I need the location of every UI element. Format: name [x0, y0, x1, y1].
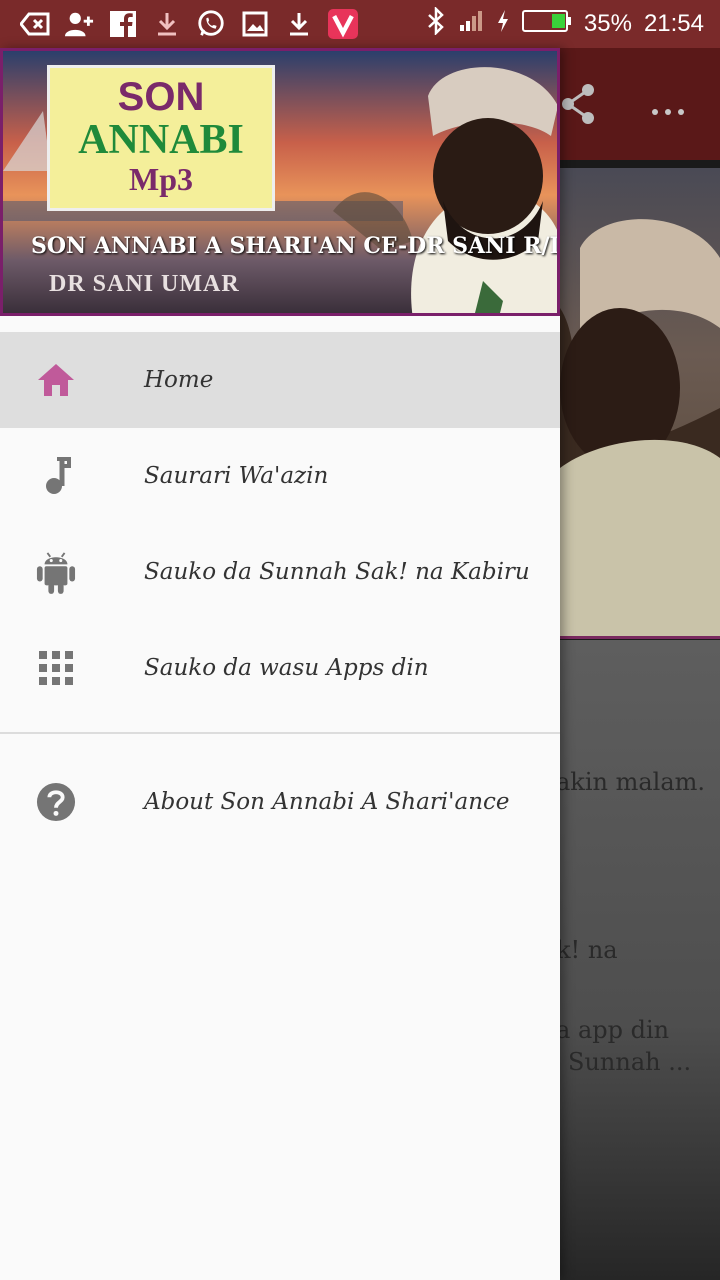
- navigation-drawer: SON ANNABI Mp3 SON ANNABI A SHARI'AN CE-…: [0, 48, 560, 1280]
- menu-item-sunnah-kabiru[interactable]: Sauko da Sunnah Sak! na Kabiru: [0, 524, 560, 620]
- menu-item-label: Sauko da Sunnah Sak! na Kabiru: [144, 559, 530, 585]
- menu-item-about[interactable]: About Son Annabi A Shari'ance: [0, 754, 560, 850]
- header-subtitle: DR SANI UMAR: [49, 271, 240, 297]
- content-image: [560, 168, 720, 639]
- logo-line-3: Mp3: [129, 161, 193, 197]
- battery-percent: 35%: [583, 10, 632, 37]
- clock: 21:54: [643, 10, 704, 37]
- menu-item-label: Sauko da wasu Apps din: [144, 655, 429, 681]
- bluetooth-icon: [426, 5, 446, 42]
- whatsapp-icon: [196, 9, 226, 39]
- menu-item-label: Home: [144, 367, 214, 393]
- battery-icon: [521, 9, 572, 40]
- add-contact-icon: [64, 9, 94, 39]
- signal-icon: [458, 9, 484, 40]
- download-icon: [152, 9, 182, 39]
- menu-item-saurari-waazin[interactable]: Saurari Wa'azin: [0, 428, 560, 524]
- download-icon: [284, 9, 314, 39]
- content-list-area: akin malam. k! na a app din Sunnah ...: [556, 640, 720, 1280]
- drawer-header: SON ANNABI Mp3 SON ANNABI A SHARI'AN CE-…: [0, 48, 560, 316]
- menu-item-home[interactable]: Home: [0, 332, 560, 428]
- bg-text-4: Sunnah ...: [568, 1048, 692, 1076]
- charging-icon: [496, 9, 510, 40]
- menu-item-label: About Son Annabi A Shari'ance: [144, 789, 510, 815]
- menu-item-label: Saurari Wa'azin: [144, 463, 329, 489]
- bg-text-1: akin malam.: [556, 768, 706, 796]
- apps-grid-icon: [36, 648, 76, 688]
- bg-text-3: a app din: [556, 1016, 670, 1044]
- logo-line-2: ANNABI: [78, 117, 244, 163]
- logo-line-1: SON: [117, 75, 205, 119]
- android-icon: [36, 552, 76, 594]
- vidmate-icon: [328, 9, 358, 39]
- facebook-icon: [108, 9, 138, 39]
- more-options-icon[interactable]: [650, 90, 686, 125]
- app-logo: SON ANNABI Mp3: [47, 65, 275, 211]
- image-icon: [240, 9, 270, 39]
- help-icon: [36, 782, 76, 822]
- bg-text-2: k! na: [556, 936, 618, 964]
- home-icon: [36, 360, 76, 400]
- status-bar: 35% 21:54: [0, 0, 720, 48]
- menu-item-wasu-apps[interactable]: Sauko da wasu Apps din: [0, 620, 560, 716]
- drawer-menu: Home Saurari Wa'azin Sauko da Sunnah Sak…: [0, 332, 560, 850]
- back-tag-icon: [20, 9, 50, 39]
- header-caption: SON ANNABI A SHARI'AN CE-DR SANI R/LEMO: [31, 233, 557, 259]
- menu-divider: [0, 732, 560, 734]
- music-note-icon: [36, 456, 76, 496]
- share-icon[interactable]: [558, 82, 598, 130]
